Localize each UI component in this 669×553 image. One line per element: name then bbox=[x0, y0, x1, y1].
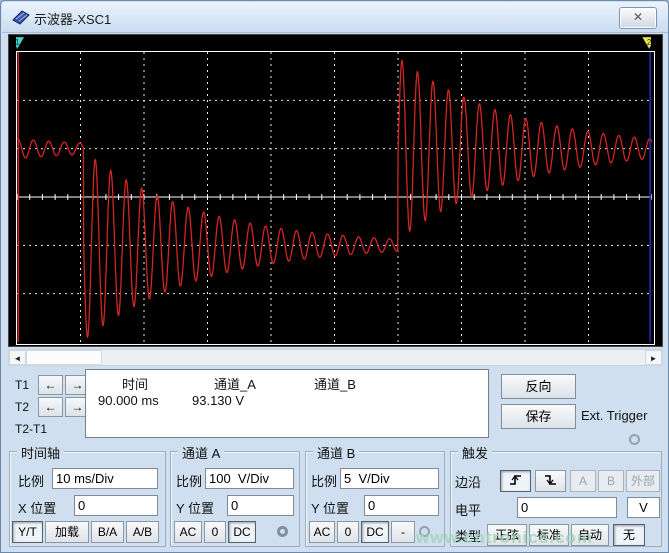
channel-b-scale-input[interactable] bbox=[340, 468, 439, 489]
scope-display bbox=[16, 51, 655, 345]
channel-a-ac-button[interactable]: AC bbox=[174, 521, 202, 543]
channel-a-ypos-input[interactable] bbox=[227, 495, 294, 516]
scope-bezel: 12 bbox=[8, 34, 663, 347]
channel-b-minus-button[interactable]: - bbox=[391, 521, 415, 543]
trigger-level-unit-select[interactable]: V bbox=[627, 497, 660, 518]
trigger-level-label: 电平 bbox=[455, 500, 481, 519]
save-button[interactable]: 保存 bbox=[501, 404, 576, 429]
trigger-edge-label: 边沿 bbox=[455, 472, 481, 491]
scroll-right-icon[interactable]: ► bbox=[645, 350, 662, 365]
t1-channel-a-value: 93.130 V bbox=[192, 393, 244, 408]
channel-b-dc-button[interactable]: DC bbox=[361, 521, 389, 543]
channel-b-ypos-label: Y 位置 bbox=[311, 498, 349, 517]
timebase-scale-input[interactable] bbox=[52, 468, 158, 489]
timebase-title: 时间轴 bbox=[17, 443, 64, 462]
trigger-level-input[interactable] bbox=[517, 497, 617, 518]
channel-a-zero-button[interactable]: 0 bbox=[204, 521, 226, 543]
rising-edge-icon bbox=[508, 473, 524, 487]
channel-b-title: 通道 B bbox=[313, 443, 359, 462]
timebase-xpos-label: X 位置 bbox=[18, 498, 56, 517]
channel-a-scale-label: 比例 bbox=[176, 471, 202, 490]
ext-trigger-label: Ext. Trigger bbox=[581, 408, 647, 423]
channel-b-ypos-input[interactable] bbox=[364, 495, 439, 516]
channel-a-dc-button[interactable]: DC bbox=[228, 521, 256, 543]
column-time: 时间 bbox=[122, 374, 148, 393]
trigger-type-none-button[interactable]: 无 bbox=[613, 524, 645, 546]
channel-a-terminal-icon bbox=[277, 526, 288, 537]
trigger-source-ext-button[interactable]: 外部 bbox=[626, 470, 660, 492]
svg-text:2: 2 bbox=[647, 38, 651, 47]
t1-time-value: 90.000 ms bbox=[98, 393, 159, 408]
reverse-button[interactable]: 反向 bbox=[501, 374, 576, 399]
channel-a-ypos-label: Y 位置 bbox=[176, 498, 214, 517]
ext-trigger-terminal-icon bbox=[629, 434, 640, 445]
t2t1-label: T2-T1 bbox=[15, 422, 47, 436]
cursor-readout-panel: 时间 通道_A 通道_B 90.000 ms 93.130 V bbox=[85, 369, 489, 438]
trigger-type-sine-button[interactable]: 正弦 bbox=[487, 524, 527, 546]
trigger-type-normal-button[interactable]: 标准 bbox=[529, 524, 569, 546]
oscilloscope-app-icon bbox=[12, 9, 30, 25]
channel-b-zero-button[interactable]: 0 bbox=[337, 521, 359, 543]
waveform-plot bbox=[17, 52, 652, 342]
trigger-rising-edge-button[interactable] bbox=[500, 470, 531, 492]
trigger-title: 触发 bbox=[458, 443, 492, 462]
t2-left-button[interactable]: ← bbox=[38, 397, 63, 417]
column-channel-b: 通道_B bbox=[314, 374, 356, 393]
close-button[interactable]: ✕ bbox=[619, 7, 657, 29]
trigger-type-label: 类型 bbox=[455, 526, 481, 545]
oscilloscope-window: 示波器-XSC1 ✕ 12 ◄ ► T1 ← → T2 ← → T2-T1 时间… bbox=[0, 0, 669, 553]
t2-label: T2 bbox=[15, 400, 29, 414]
channel-b-terminal-icon bbox=[419, 526, 430, 537]
timebase-xpos-input[interactable] bbox=[74, 495, 158, 516]
trigger-falling-edge-button[interactable] bbox=[535, 470, 566, 492]
scrollbar-thumb[interactable] bbox=[26, 350, 102, 365]
trigger-source-a-button[interactable]: A bbox=[570, 470, 596, 492]
t1-left-button[interactable]: ← bbox=[38, 375, 63, 395]
svg-text:1: 1 bbox=[16, 38, 20, 47]
timebase-add-button[interactable]: 加载 bbox=[45, 521, 89, 543]
cursor-marker-strip[interactable]: 12 bbox=[16, 36, 651, 51]
timebase-yt-button[interactable]: Y/T bbox=[12, 521, 43, 543]
horizontal-scrollbar[interactable]: ◄ ► bbox=[8, 349, 663, 366]
timebase-ab-button[interactable]: A/B bbox=[126, 521, 159, 543]
channel-a-group: 通道 A 比例 Y 位置 AC 0 DC bbox=[170, 451, 300, 547]
window-title: 示波器-XSC1 bbox=[34, 9, 111, 28]
trigger-group: 触发 边沿 A B 外部 电平 V 类型 正弦 标准 自动 无 bbox=[450, 451, 662, 547]
falling-edge-icon bbox=[543, 473, 559, 487]
channel-b-ac-button[interactable]: AC bbox=[309, 521, 335, 543]
title-bar[interactable]: 示波器-XSC1 ✕ bbox=[2, 2, 669, 33]
channel-a-title: 通道 A bbox=[178, 443, 224, 462]
channel-a-scale-input[interactable] bbox=[205, 468, 294, 489]
scroll-left-icon[interactable]: ◄ bbox=[9, 350, 26, 365]
trigger-type-auto-button[interactable]: 自动 bbox=[571, 524, 609, 546]
t1-label: T1 bbox=[15, 378, 29, 392]
timebase-scale-label: 比例 bbox=[18, 471, 44, 490]
trigger-source-b-button[interactable]: B bbox=[598, 470, 624, 492]
timebase-ba-button[interactable]: B/A bbox=[91, 521, 124, 543]
timebase-group: 时间轴 比例 X 位置 Y/T 加载 B/A A/B bbox=[9, 451, 166, 547]
column-channel-a: 通道_A bbox=[214, 374, 256, 393]
channel-b-scale-label: 比例 bbox=[311, 471, 337, 490]
channel-b-group: 通道 B 比例 Y 位置 AC 0 DC - bbox=[305, 451, 445, 547]
